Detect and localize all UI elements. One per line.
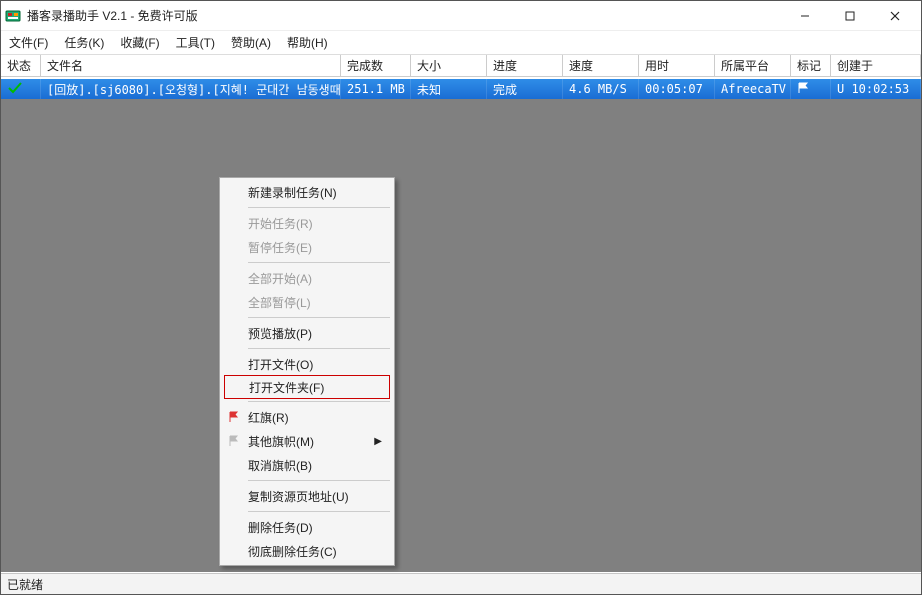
close-button[interactable] (872, 2, 917, 30)
separator (248, 401, 390, 402)
submenu-arrow-icon: ▶ (374, 436, 382, 447)
ctx-start-all: 全部开始(A) (222, 266, 392, 290)
col-time[interactable]: 用时 (639, 55, 715, 76)
col-filename[interactable]: 文件名 (41, 55, 341, 76)
ctx-cancel-flag[interactable]: 取消旗帜(B) (222, 453, 392, 477)
ctx-pause-task: 暂停任务(E) (222, 235, 392, 259)
ctx-copy-url[interactable]: 复制资源页地址(U) (222, 484, 392, 508)
col-created[interactable]: 创建于 (831, 55, 921, 76)
ctx-open-folder[interactable]: 打开文件夹(F) (224, 375, 390, 399)
row-progress: 完成 (487, 79, 563, 99)
minimize-button[interactable] (782, 2, 827, 30)
row-flag (791, 79, 831, 99)
window-title: 播客录播助手 V2.1 - 免费许可版 (27, 7, 782, 24)
app-icon (5, 8, 21, 24)
col-flag[interactable]: 标记 (791, 55, 831, 76)
row-status-icon (1, 79, 41, 99)
ctx-open-file[interactable]: 打开文件(O) (222, 352, 392, 376)
status-text: 已就绪 (7, 576, 43, 593)
menu-task[interactable]: 任务(K) (64, 34, 104, 51)
menu-favorites[interactable]: 收藏(F) (120, 34, 159, 51)
menu-help[interactable]: 帮助(H) (287, 34, 328, 51)
gray-flag-icon (226, 435, 242, 447)
col-speed[interactable]: 速度 (563, 55, 639, 76)
separator (248, 511, 390, 512)
task-list-area[interactable]: [回放].[sj6080].[오청형].[지혜! 군대간 남동생때문에 ... … (1, 79, 921, 572)
ctx-delete-task[interactable]: 删除任务(D) (222, 515, 392, 539)
separator (248, 480, 390, 481)
ctx-label: 红旗(R) (248, 409, 289, 426)
ctx-preview[interactable]: 预览播放(P) (222, 321, 392, 345)
menu-file[interactable]: 文件(F) (9, 34, 48, 51)
context-menu: 新建录制任务(N) 开始任务(R) 暂停任务(E) 全部开始(A) 全部暂停(L… (219, 177, 395, 566)
column-headers: 状态 文件名 完成数 大小 进度 速度 用时 所属平台 标记 创建于 (1, 55, 921, 77)
row-size: 未知 (411, 79, 487, 99)
separator (248, 207, 390, 208)
menu-sponsor[interactable]: 赞助(A) (231, 34, 271, 51)
row-platform: AfreecaTV (715, 79, 791, 99)
ctx-pause-all: 全部暂停(L) (222, 290, 392, 314)
check-icon (7, 81, 23, 98)
ctx-start-task: 开始任务(R) (222, 211, 392, 235)
table-row[interactable]: [回放].[sj6080].[오청형].[지혜! 군대간 남동생때문에 ... … (1, 79, 921, 99)
row-time: 00:05:07 (639, 79, 715, 99)
row-speed: 4.6 MB/S (563, 79, 639, 99)
row-created: U 10:02:53 (831, 79, 921, 99)
status-bar: 已就绪 (1, 573, 921, 594)
window-controls (782, 2, 917, 30)
ctx-delete-task-full[interactable]: 彻底删除任务(C) (222, 539, 392, 563)
col-status[interactable]: 状态 (1, 55, 41, 76)
title-bar: 播客录播助手 V2.1 - 免费许可版 (1, 1, 921, 31)
col-size[interactable]: 大小 (411, 55, 487, 76)
red-flag-icon (226, 411, 242, 423)
row-completed: 251.1 MB (341, 79, 411, 99)
col-progress[interactable]: 进度 (487, 55, 563, 76)
menu-tools[interactable]: 工具(T) (176, 34, 215, 51)
ctx-label: 其他旗帜(M) (248, 433, 314, 450)
separator (248, 317, 390, 318)
separator (248, 262, 390, 263)
col-completed[interactable]: 完成数 (341, 55, 411, 76)
ctx-other-flags[interactable]: 其他旗帜(M) ▶ (222, 429, 392, 453)
row-filename: [回放].[sj6080].[오청형].[지혜! 군대간 남동생때문에 ... (41, 79, 341, 99)
ctx-new-task[interactable]: 新建录制任务(N) (222, 180, 392, 204)
ctx-red-flag[interactable]: 红旗(R) (222, 405, 392, 429)
col-platform[interactable]: 所属平台 (715, 55, 791, 76)
flag-icon (797, 82, 811, 97)
separator (248, 348, 390, 349)
maximize-button[interactable] (827, 2, 872, 30)
menu-bar: 文件(F) 任务(K) 收藏(F) 工具(T) 赞助(A) 帮助(H) (1, 31, 921, 55)
